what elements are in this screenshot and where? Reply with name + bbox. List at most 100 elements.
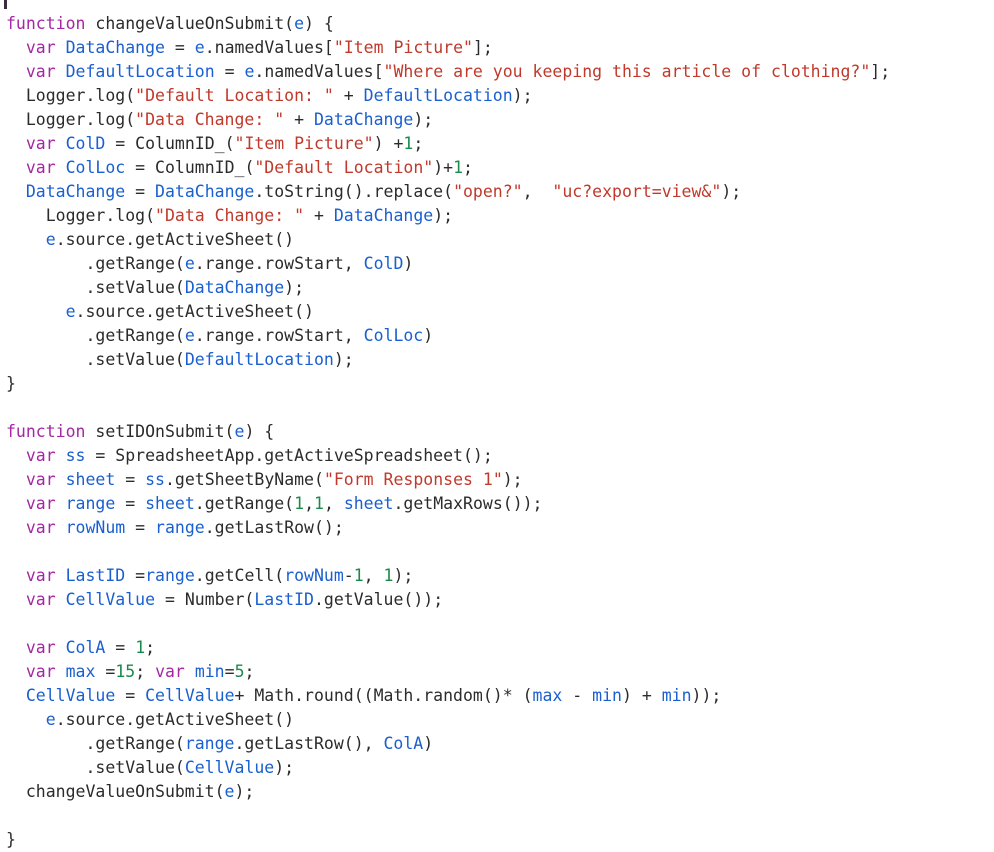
code-token-plain: .getMaxRows()); — [393, 494, 543, 513]
code-token-plain: Logger.log( — [6, 110, 136, 129]
code-token-plain: , — [522, 182, 553, 201]
code-token-kw: var — [25, 158, 56, 177]
code-token-ident: range — [155, 518, 205, 537]
code-token-plain: ); — [284, 278, 305, 297]
code-token-ident: ColA — [383, 734, 424, 753]
code-token-plain: = Number( — [155, 590, 255, 609]
code-token-plain: ); — [433, 206, 454, 225]
code-line[interactable]: DataChange = DataChange.toString().repla… — [6, 180, 994, 204]
code-line[interactable]: var DataChange = e.namedValues["Item Pic… — [6, 36, 994, 60]
code-line[interactable]: e.source.getActiveSheet() — [6, 708, 994, 732]
code-editor[interactable]: function changeValueOnSubmit(e) { var Da… — [0, 0, 994, 849]
code-line[interactable]: var LastID =range.getCell(rowNum-1, 1); — [6, 564, 994, 588]
code-token-ident: CellValue — [65, 590, 156, 609]
code-line[interactable] — [6, 396, 994, 420]
code-line[interactable]: } — [6, 828, 994, 852]
code-line[interactable] — [6, 540, 994, 564]
code-line[interactable]: Logger.log("Data Change: " + DataChange)… — [6, 108, 994, 132]
code-token-str: "Item Picture" — [333, 38, 473, 57]
code-token-plain: + — [333, 86, 364, 105]
code-lines-container[interactable]: function changeValueOnSubmit(e) { var Da… — [0, 0, 994, 852]
code-token-plain: = ColumnID_( — [105, 134, 235, 153]
code-line[interactable]: } — [6, 372, 994, 396]
code-line[interactable]: e.source.getActiveSheet() — [6, 300, 994, 324]
code-token-plain: ) { — [244, 422, 275, 441]
code-token-num: 1 — [453, 158, 463, 177]
code-line[interactable]: var ColA = 1; — [6, 636, 994, 660]
code-line[interactable]: var CellValue = Number(LastID.getValue()… — [6, 588, 994, 612]
code-line[interactable]: Logger.log("Data Change: " + DataChange)… — [6, 204, 994, 228]
code-line[interactable] — [6, 804, 994, 828]
code-token-plain: ); — [234, 782, 255, 801]
code-token-plain: = ColumnID_( — [125, 158, 255, 177]
code-token-plain: ) + — [621, 686, 662, 705]
code-token-ident: e — [184, 326, 195, 345]
code-token-ident: min — [661, 686, 692, 705]
code-token-ident: range — [65, 494, 116, 513]
code-token-kw: var — [25, 134, 56, 153]
code-line[interactable] — [6, 612, 994, 636]
code-line[interactable]: function setIDOnSubmit(e) { — [6, 420, 994, 444]
code-token-kw: var — [25, 518, 56, 537]
code-line[interactable]: .getRange(range.getLastRow(), ColA) — [6, 732, 994, 756]
code-token-plain: = — [125, 182, 156, 201]
code-line[interactable]: var range = sheet.getRange(1,1, sheet.ge… — [6, 492, 994, 516]
code-token-plain: , — [304, 494, 314, 513]
code-line[interactable]: var max =15; var min=5; — [6, 660, 994, 684]
code-line[interactable]: var ss = SpreadsheetApp.getActiveSpreads… — [6, 444, 994, 468]
code-token-ident: ColD — [363, 254, 404, 273]
code-token-ident: sheet — [343, 494, 394, 513]
code-line[interactable]: var ColLoc = ColumnID_("Default Location… — [6, 156, 994, 180]
code-line[interactable]: var sheet = ss.getSheetByName("Form Resp… — [6, 468, 994, 492]
code-token-plain: + Math.round((Math.random()* ( — [234, 686, 533, 705]
code-token-kw: var — [25, 662, 56, 681]
code-token-str: "Where are you keeping this article of c… — [383, 62, 871, 81]
code-line[interactable]: changeValueOnSubmit(e); — [6, 780, 994, 804]
code-token-str: "open?" — [453, 182, 523, 201]
code-token-str: "Data Change: " — [155, 206, 305, 225]
code-line[interactable]: .getRange(e.range.rowStart, ColLoc) — [6, 324, 994, 348]
code-token-plain: changeValueOnSubmit( — [6, 782, 225, 801]
code-line[interactable]: CellValue = CellValue+ Math.round((Math.… — [6, 684, 994, 708]
code-line[interactable]: var DefaultLocation = e.namedValues["Whe… — [6, 60, 994, 84]
code-token-plain: Logger.log( — [6, 86, 136, 105]
code-token-plain: ) — [403, 254, 414, 273]
code-token-ident: min — [592, 686, 622, 705]
code-line[interactable]: e.source.getActiveSheet() — [6, 228, 994, 252]
code-line[interactable]: .setValue(DefaultLocation); — [6, 348, 994, 372]
code-token-ident: range — [145, 566, 195, 585]
code-line[interactable]: .setValue(CellValue); — [6, 756, 994, 780]
code-token-ident: LastID — [65, 566, 126, 585]
code-token-ident: e — [194, 38, 205, 57]
code-token-plain: ); — [721, 182, 742, 201]
code-line[interactable]: .getRange(e.range.rowStart, ColD) — [6, 252, 994, 276]
code-line[interactable]: .setValue(DataChange); — [6, 276, 994, 300]
code-token-ident: rowNum — [65, 518, 126, 537]
code-token-kw: var — [155, 662, 185, 681]
code-token-str: "Form Responses 1" — [323, 470, 503, 489]
code-token-plain: ; — [244, 662, 255, 681]
code-line[interactable]: function changeValueOnSubmit(e) { — [6, 12, 994, 36]
code-token-kw: var — [25, 38, 56, 57]
code-token-str: "Default Location: " — [135, 86, 334, 105]
code-token-plain: Logger.log( — [6, 206, 156, 225]
code-token-plain: .getRange( — [6, 254, 185, 273]
code-token-plain: )); — [691, 686, 722, 705]
code-token-plain: - — [343, 566, 354, 585]
code-line[interactable]: Logger.log("Default Location: " + Defaul… — [6, 84, 994, 108]
code-line[interactable]: var rowNum = range.getLastRow(); — [6, 516, 994, 540]
code-line[interactable]: var ColD = ColumnID_("Item Picture") +1; — [6, 132, 994, 156]
code-token-plain: ) + — [373, 134, 404, 153]
code-token-num: 1 — [314, 494, 324, 513]
code-token-str: "Data Change: " — [135, 110, 285, 129]
code-token-ident: DefaultLocation — [184, 350, 334, 369]
